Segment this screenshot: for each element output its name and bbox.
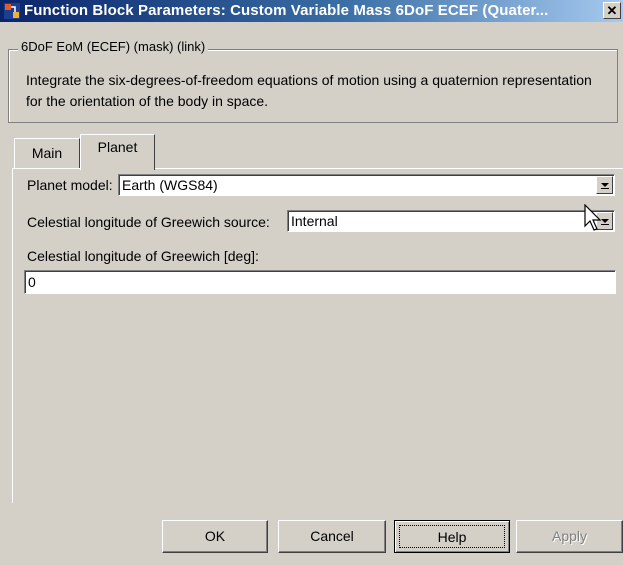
chevron-down-icon[interactable] xyxy=(596,176,613,194)
help-button-label: Help xyxy=(399,525,505,548)
greenwich-deg-field[interactable]: 0 xyxy=(24,270,616,294)
cancel-button[interactable]: Cancel xyxy=(278,520,386,553)
planet-model-label: Planet model: xyxy=(27,177,113,193)
window-title: Function Block Parameters: Custom Variab… xyxy=(24,2,549,19)
greenwich-source-select[interactable]: Internal xyxy=(287,210,615,232)
greenwich-deg-label: Celestial longitude of Greewich [deg]: xyxy=(27,248,259,264)
tab-main[interactable]: Main xyxy=(14,138,80,168)
greenwich-source-value: Internal xyxy=(291,213,338,229)
group-legend: 6DoF EoM (ECEF) (mask) (link) xyxy=(18,39,209,54)
title-bar: Function Block Parameters: Custom Variab… xyxy=(0,0,623,22)
ok-button[interactable]: OK xyxy=(162,520,268,553)
greenwich-deg-value: 0 xyxy=(28,274,36,290)
greenwich-source-label: Celestial longitude of Greewich source: xyxy=(27,214,270,230)
tab-planet[interactable]: Planet xyxy=(80,134,155,170)
close-icon: ✕ xyxy=(606,3,618,18)
block-description: Integrate the six-degrees-of-freedom equ… xyxy=(26,72,592,109)
app-icon xyxy=(4,3,20,19)
apply-button[interactable]: Apply xyxy=(516,520,623,553)
help-button[interactable]: Help xyxy=(394,520,510,553)
close-button[interactable]: ✕ xyxy=(603,2,621,19)
planet-model-value: Earth (WGS84) xyxy=(122,177,218,193)
planet-model-select[interactable]: Earth (WGS84) xyxy=(118,174,615,196)
mouse-pointer-icon xyxy=(584,204,602,231)
tab-strip: Main Planet xyxy=(0,134,623,170)
